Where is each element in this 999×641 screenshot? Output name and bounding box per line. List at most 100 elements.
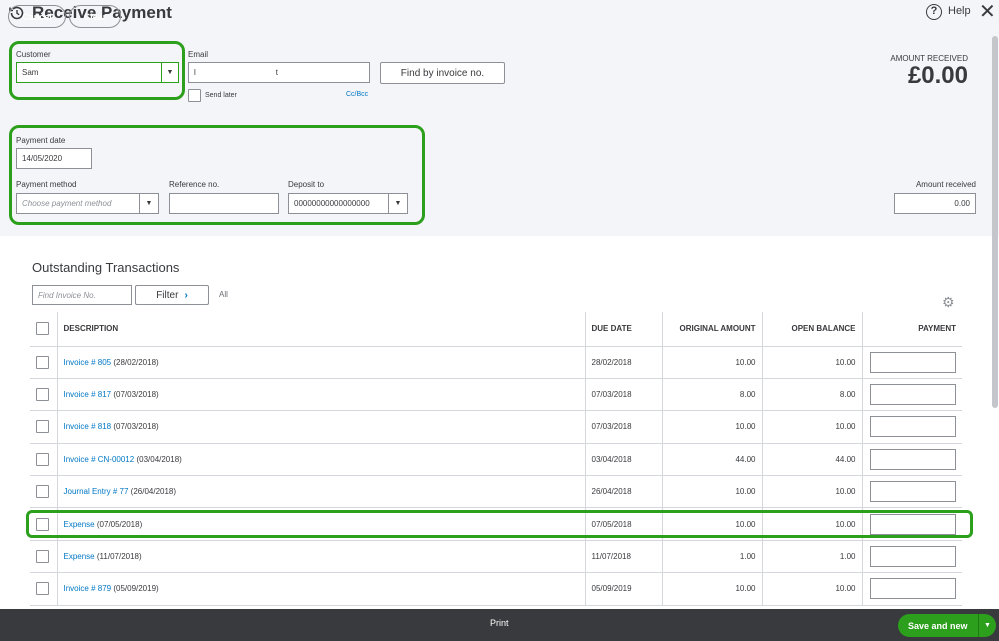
row-checkbox[interactable]	[36, 582, 49, 596]
row-checkbox[interactable]	[36, 485, 49, 499]
due-date-cell: 28/02/2018	[585, 346, 663, 379]
payment-date-field[interactable]: 14/05/2020	[16, 148, 92, 169]
row-checkbox[interactable]	[36, 388, 49, 402]
amount-received-input[interactable]: 0.00	[894, 193, 976, 214]
payment-input[interactable]	[870, 351, 956, 373]
open-balance-cell: 10.00	[762, 410, 863, 444]
deposit-to-select[interactable]: 00000000000000000	[288, 193, 389, 214]
due-date-cell: 05/09/2019	[585, 572, 663, 606]
help-icon[interactable]: ?	[926, 4, 942, 20]
description-cell: Expense (11/07/2018)	[57, 540, 586, 574]
transaction-date: (07/03/2018)	[113, 390, 159, 400]
payment-cell	[862, 346, 962, 379]
amount-received-field-label: Amount received	[915, 180, 976, 189]
column-header-payment: PAYMENT	[862, 312, 962, 347]
print-button[interactable]: Print	[490, 618, 509, 628]
column-header-open-balance: OPEN BALANCE	[762, 312, 863, 347]
column-header-due-date: DUE DATE	[585, 312, 663, 347]
cancel-button[interactable]: Cancel	[8, 5, 66, 28]
original-amount-cell: 8.00	[662, 378, 763, 412]
scrollbar[interactable]	[992, 36, 998, 408]
payment-input[interactable]	[870, 546, 956, 568]
chevron-down-icon[interactable]: ▼	[978, 614, 996, 637]
column-header-description: DESCRIPTION	[57, 312, 586, 347]
reference-label: Reference no.	[169, 180, 220, 189]
table-row: Expense (11/07/2018) 11/07/2018 1.00 1.00	[30, 540, 962, 574]
select-all-checkbox[interactable]	[36, 322, 49, 336]
open-balance-cell: 44.00	[762, 443, 863, 477]
row-select-cell	[30, 572, 58, 606]
customer-highlight	[9, 41, 185, 100]
transaction-link[interactable]: Journal Entry # 77	[64, 487, 129, 496]
transaction-date: (28/02/2018)	[113, 357, 159, 367]
row-checkbox[interactable]	[36, 452, 49, 466]
payment-input[interactable]	[870, 384, 956, 406]
transaction-link[interactable]: Invoice # CN-00012	[64, 455, 135, 464]
deposit-to-label: Deposit to	[288, 180, 325, 189]
transaction-link[interactable]: Invoice # 818	[64, 422, 112, 431]
payment-date-label: Payment date	[16, 136, 66, 145]
cc-bcc-link[interactable]: Cc/Bcc	[346, 91, 368, 98]
transaction-link[interactable]: Expense	[64, 552, 95, 561]
column-header-original-amount: ORIGINAL AMOUNT	[662, 312, 763, 347]
send-later-label: Send later	[205, 92, 237, 99]
open-balance-cell: 10.00	[762, 572, 863, 606]
filter-button[interactable]: Filter ›	[135, 285, 209, 305]
email-field[interactable]: l t	[188, 62, 370, 83]
payment-input[interactable]	[870, 578, 956, 600]
chevron-down-icon[interactable]: ▼	[139, 193, 159, 214]
find-by-invoice-button[interactable]: Find by invoice no.	[380, 62, 505, 84]
table-row: Invoice # 879 (05/09/2019) 05/09/2019 10.0…	[30, 572, 962, 606]
transaction-link[interactable]: Invoice # 879	[64, 584, 112, 593]
payment-method-label: Payment method	[16, 180, 77, 189]
reference-input[interactable]	[169, 193, 279, 214]
due-date-cell: 11/07/2018	[585, 540, 663, 574]
payment-input[interactable]	[870, 481, 956, 503]
send-later-checkbox[interactable]	[188, 89, 201, 102]
row-checkbox[interactable]	[36, 420, 49, 434]
transaction-link[interactable]: Invoice # 817	[64, 390, 112, 399]
payment-input[interactable]	[870, 416, 956, 438]
table-row: Invoice # 818 (07/03/2018) 07/03/2018 10.0…	[30, 410, 962, 444]
open-balance-cell: 10.00	[762, 346, 863, 379]
transaction-date: (07/03/2018)	[113, 422, 159, 432]
transaction-date: (03/04/2018)	[136, 454, 182, 464]
row-select-cell	[30, 346, 58, 379]
row-select-cell	[30, 540, 58, 574]
transaction-link[interactable]: Invoice # 805	[64, 358, 112, 367]
help-link[interactable]: Help	[948, 5, 971, 17]
payment-input[interactable]	[870, 448, 956, 470]
clear-button[interactable]: Clear	[69, 5, 121, 28]
original-amount-cell: 10.00	[662, 410, 763, 444]
chevron-down-icon[interactable]: ▼	[388, 193, 408, 214]
due-date-cell: 07/03/2018	[585, 410, 663, 444]
find-invoice-input[interactable]: Find Invoice No.	[32, 285, 132, 305]
payment-cell	[862, 572, 962, 606]
row-select-cell	[30, 475, 58, 509]
row-checkbox[interactable]	[36, 550, 49, 564]
gear-icon[interactable]: ⚙	[942, 294, 955, 311]
row-select-cell	[30, 443, 58, 477]
table-row: Invoice # 805 (28/02/2018) 28/02/2018 10.0…	[30, 346, 962, 379]
select-all-cell	[30, 312, 58, 347]
save-and-new-label: Save and new	[908, 620, 968, 631]
description-cell: Invoice # 817 (07/03/2018)	[57, 378, 586, 412]
payment-method-select[interactable]: Choose payment method	[16, 193, 140, 214]
original-amount-cell: 10.00	[662, 346, 763, 379]
original-amount-cell: 44.00	[662, 443, 763, 477]
open-balance-cell: 10.00	[762, 475, 863, 509]
close-icon[interactable]: ✕	[979, 1, 996, 23]
row-checkbox[interactable]	[36, 355, 49, 369]
original-amount-cell: 1.00	[662, 540, 763, 574]
due-date-cell: 07/03/2018	[585, 378, 663, 412]
due-date-cell: 03/04/2018	[585, 443, 663, 477]
original-amount-cell: 10.00	[662, 572, 763, 606]
save-and-new-button[interactable]: Save and new ▼	[898, 614, 996, 637]
amount-received-value: £0.00	[907, 62, 968, 89]
open-balance-cell: 1.00	[762, 540, 863, 574]
transaction-date: (11/07/2018)	[96, 552, 142, 562]
original-amount-cell: 10.00	[662, 475, 763, 509]
description-cell: Invoice # CN-00012 (03/04/2018)	[57, 443, 586, 477]
payment-cell	[862, 475, 962, 509]
description-cell: Invoice # 805 (28/02/2018)	[57, 346, 586, 379]
